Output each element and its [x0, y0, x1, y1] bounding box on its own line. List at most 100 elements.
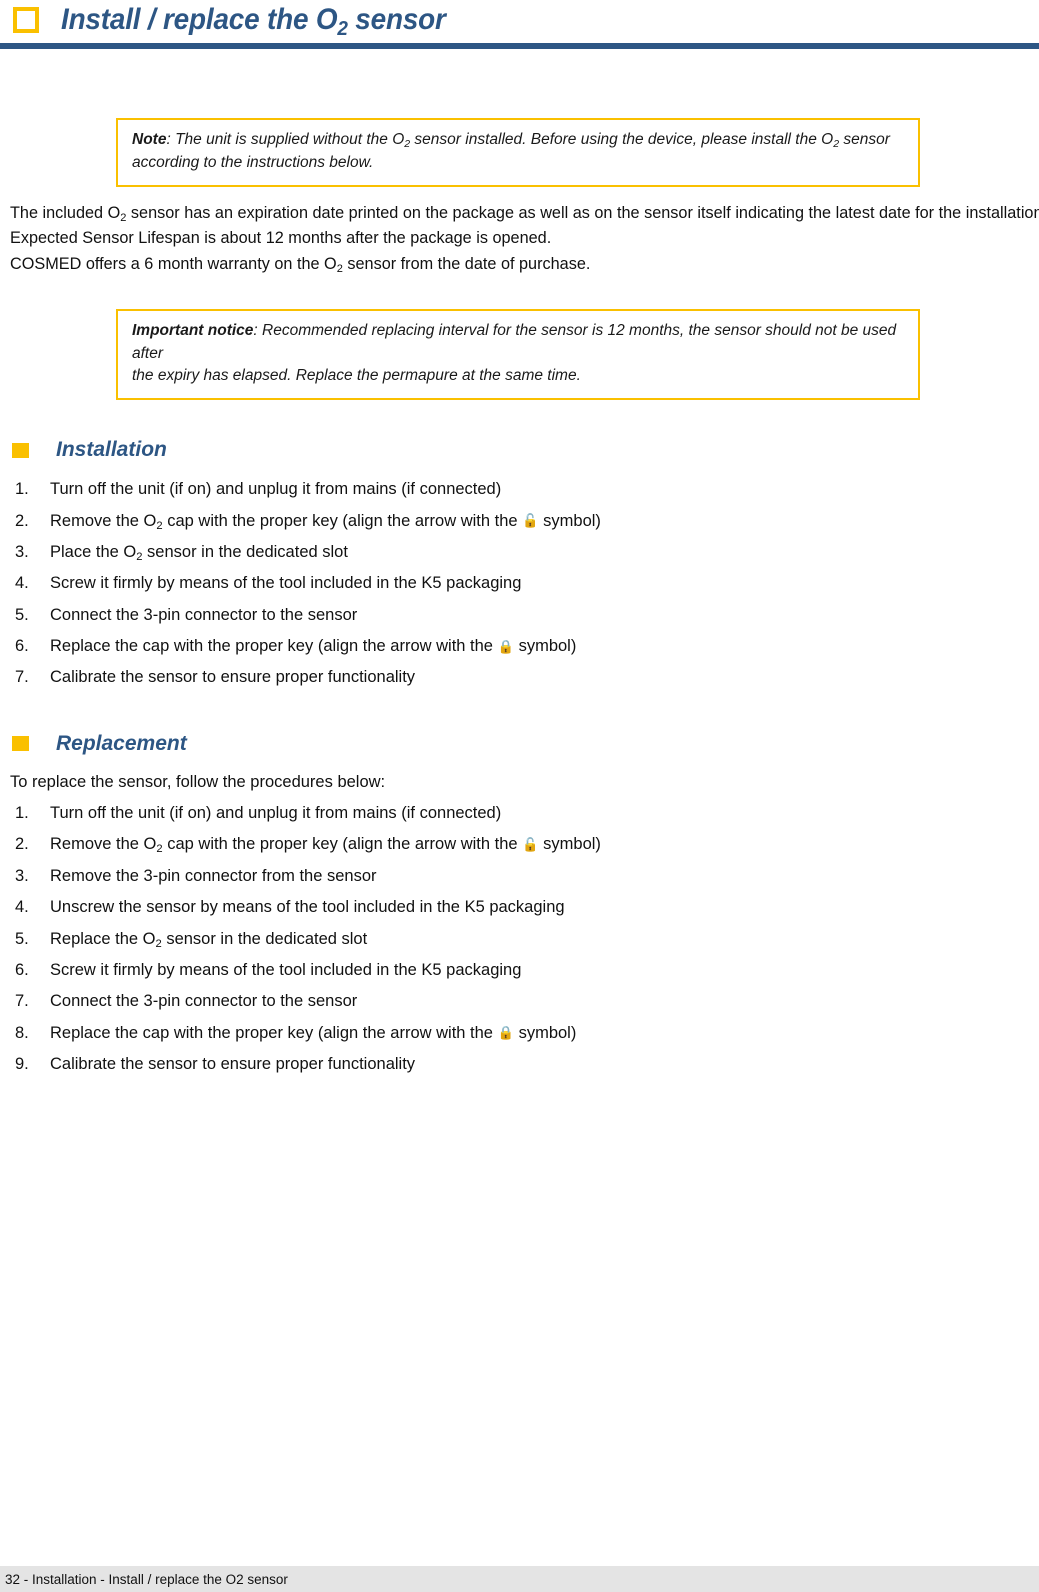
list-item-number: 7. [15, 668, 29, 687]
body-p1-a: The included O [10, 203, 121, 222]
list-item-text: Connect the 3-pin connector to the senso… [50, 992, 358, 1011]
square-filled-icon [12, 736, 29, 752]
list-item: 7. Calibrate the sensor to ensure proper … [10, 662, 1031, 693]
unlock-icon: 🔓 [522, 513, 539, 529]
body-p3-a: COSMED offers a 6 month warranty on the … [10, 255, 337, 273]
list-item-number: 8. [15, 1023, 29, 1042]
list-item-number: 5. [15, 605, 29, 624]
list-item-subscript: 2 [155, 937, 162, 950]
note-line-2: according to the instructions below. [132, 153, 374, 171]
important-notice-callout-box: Important notice: Recommended replacing … [116, 308, 920, 401]
list-item-text: Remove the 3-pin connector from the sens… [50, 866, 377, 885]
page-title-after: sensor [347, 3, 446, 36]
footer-breadcrumb-text: 32 - Installation - Install / replace th… [5, 1571, 288, 1587]
lock-icon: 🔒 [497, 1025, 514, 1041]
list-item-text: Connect the 3-pin connector to the senso… [50, 605, 358, 624]
note-text-b: sensor installed. Before using the devic… [410, 131, 834, 148]
list-item: 4. Unscrew the sensor by means of the too… [10, 892, 1031, 923]
section-title-installation: Installation [56, 438, 167, 462]
list-item-number: 6. [15, 637, 29, 656]
unlock-icon: 🔓 [522, 837, 539, 853]
list-item-text-end: symbol) [514, 1023, 577, 1042]
list-item-number: 4. [15, 574, 29, 593]
important-lead-label: Important notice [132, 321, 254, 339]
list-item-text: Screw it firmly by means of the tool inc… [50, 574, 522, 593]
list-item-subscript: 2 [156, 843, 163, 856]
list-item: 1. Turn off the unit (if on) and unplug i… [10, 798, 1031, 829]
note-lead-label: Note [132, 131, 167, 148]
note-text-c: sensor [839, 131, 890, 148]
replacement-step-list: 1. Turn off the unit (if on) and unplug i… [8, 798, 1031, 1080]
section-heading-installation: Installation [8, 438, 1031, 462]
list-item-text-cont: cap with the proper key (align the arrow… [162, 511, 523, 530]
list-item-number: 6. [15, 960, 29, 979]
page-footer: 32 - Installation - Install / replace th… [0, 1566, 1039, 1592]
list-item-text: Calibrate the sensor to ensure proper fu… [50, 668, 416, 687]
list-item-number: 1. [15, 480, 29, 499]
list-item-number: 5. [15, 929, 29, 948]
list-item-text-end: symbol) [514, 637, 577, 656]
list-item-number: 1. [15, 804, 29, 823]
square-filled-icon [12, 442, 29, 458]
list-item: 3. Place the O2 sensor in the dedicated s… [10, 537, 1031, 568]
list-item-text-cont: sensor in the dedicated slot [142, 543, 348, 562]
note-text-a: : The unit is supplied without the O [166, 131, 405, 148]
list-item-text: Replace the cap with the proper key (ali… [50, 1023, 498, 1042]
list-item-subscript: 2 [156, 519, 163, 532]
list-item-text: Calibrate the sensor to ensure proper fu… [50, 1054, 416, 1073]
list-item-text: Place the O [50, 543, 137, 562]
list-item-text: Replace the cap with the proper key (ali… [50, 637, 498, 656]
list-item: 8. Replace the cap with the proper key (a… [10, 1018, 1031, 1049]
list-item: 4. Screw it firmly by means of the tool i… [10, 568, 1031, 599]
page-title: Install / replace the O2 sensor [61, 3, 446, 40]
body-p3-subscript: 2 [336, 263, 343, 276]
list-item: 7. Connect the 3-pin connector to the sen… [10, 986, 1031, 1017]
installation-step-list: 1. Turn off the unit (if on) and unplug i… [8, 474, 1031, 693]
body-paragraph-3: COSMED offers a 6 month warranty on the … [10, 252, 1016, 278]
list-item-text: Replace the O [50, 929, 156, 948]
body-paragraph-1: The included O2 sensor has an expiration… [10, 201, 1039, 227]
list-item-number: 3. [15, 543, 29, 562]
body-p1-subscript: 2 [120, 211, 127, 224]
list-item-text: Screw it firmly by means of the tool inc… [50, 960, 522, 979]
important-line-2: the expiry has elapsed. Replace the perm… [132, 367, 581, 385]
list-item: 5. Connect the 3-pin connector to the sen… [10, 600, 1031, 631]
body-p1-b: sensor has an expiration date printed on… [126, 203, 1039, 222]
note-subscript-1: 2 [404, 137, 411, 150]
list-item: 2. Remove the O2 cap with the proper key … [10, 506, 1031, 537]
note-subscript-2: 2 [833, 137, 840, 150]
list-item-text: Turn off the unit (if on) and unplug it … [50, 480, 502, 499]
section-heading-replacement: Replacement [8, 732, 1031, 756]
square-outline-icon [13, 7, 39, 33]
page-header: Install / replace the O2 sensor [8, 0, 1031, 40]
document-page: Install / replace the O2 sensor Note: Th… [0, 0, 1039, 1592]
list-item-number: 2. [15, 835, 29, 854]
list-item-text-cont: cap with the proper key (align the arrow… [162, 835, 523, 854]
body-paragraph-2: Expected Sensor Lifespan is about 12 mon… [10, 229, 552, 248]
page-title-before: Install / replace the O [61, 3, 338, 36]
body-paragraphs: The included O2 sensor has an expiration… [8, 201, 1039, 278]
list-item-text-end: symbol) [538, 835, 601, 854]
note-callout-box: Note: The unit is supplied without the O… [116, 118, 920, 187]
list-item-number: 2. [15, 511, 29, 530]
replacement-intro-text: To replace the sensor, follow the proced… [10, 772, 386, 791]
list-item: 2. Remove the O2 cap with the proper key … [10, 829, 1031, 860]
list-item: 6. Replace the cap with the proper key (a… [10, 631, 1031, 662]
list-item-number: 3. [15, 866, 29, 885]
page-title-subscript: 2 [337, 17, 348, 40]
list-item-text: Unscrew the sensor by means of the tool … [50, 898, 565, 917]
section-title-replacement: Replacement [56, 731, 187, 755]
list-item-subscript: 2 [136, 551, 143, 564]
lock-icon: 🔒 [497, 638, 514, 654]
list-item: 6. Screw it firmly by means of the tool i… [10, 955, 1031, 986]
header-divider-rule [0, 43, 1039, 49]
list-item-text: Remove the O [50, 511, 157, 530]
list-item-text: Remove the O [50, 835, 157, 854]
list-item: 3. Remove the 3-pin connector from the se… [10, 861, 1031, 892]
list-item-number: 4. [15, 898, 29, 917]
list-item-text-end: symbol) [538, 511, 601, 530]
list-item-text-cont: sensor in the dedicated slot [161, 929, 368, 948]
list-item: 9. Calibrate the sensor to ensure proper … [10, 1049, 1031, 1080]
list-item: 1. Turn off the unit (if on) and unplug i… [10, 474, 1031, 505]
list-item-number: 7. [15, 992, 29, 1011]
